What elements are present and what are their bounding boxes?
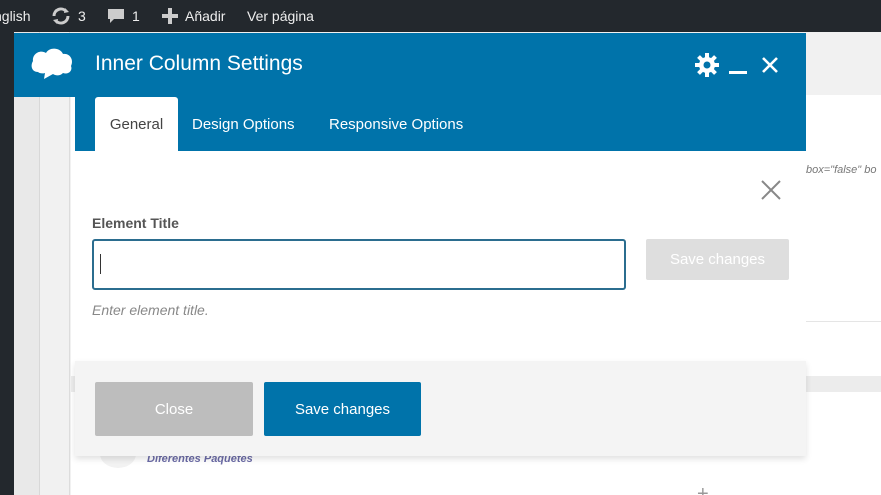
comment-icon [106,7,126,25]
close-icon[interactable] [759,178,783,202]
comments-count: 1 [132,8,140,24]
language-label: nglish [0,8,31,24]
admin-bar-language[interactable]: nglish [0,0,31,32]
gear-icon[interactable] [694,52,720,78]
tab-responsive-options[interactable]: Responsive Options [329,97,463,151]
new-label: Añadir [185,8,226,24]
modal-tabs: General Design Options Responsive Option… [75,97,806,151]
element-title-helper: Enter element title. [92,302,209,318]
admin-bar-new[interactable]: Añadir [161,0,225,32]
element-title-label: Element Title [92,215,179,231]
tab-general[interactable]: General [95,97,178,151]
close-icon[interactable] [757,52,783,78]
updates-count: 3 [78,8,86,24]
modal-title: Inner Column Settings [95,52,303,75]
editor-gutter [40,32,70,495]
plus-icon [161,7,179,25]
admin-bar-view-page[interactable]: Ver página [247,0,314,32]
admin-bar: nglish 3 1 Añadir Ver página [0,0,881,32]
element-title-input[interactable] [92,239,626,290]
save-changes-button[interactable]: Save changes [264,382,421,436]
view-page-label: Ver página [247,8,314,24]
close-button[interactable]: Close [95,382,253,436]
tab-design-options[interactable]: Design Options [192,97,295,151]
editor-side-panel [14,32,40,495]
background-code-snippet: box="false" bo [806,164,877,176]
text-caret [100,254,101,274]
admin-bar-updates[interactable]: 3 [50,0,86,32]
cloud-logo-icon [30,46,74,85]
admin-bar-comments[interactable]: 1 [106,0,140,32]
inline-save-button[interactable]: Save changes [646,239,789,280]
background-add-icon[interactable]: + [697,484,709,495]
content-divider-line [806,321,881,322]
minimize-icon[interactable] [725,52,751,78]
admin-sidebar [0,32,14,495]
update-icon [50,7,72,25]
